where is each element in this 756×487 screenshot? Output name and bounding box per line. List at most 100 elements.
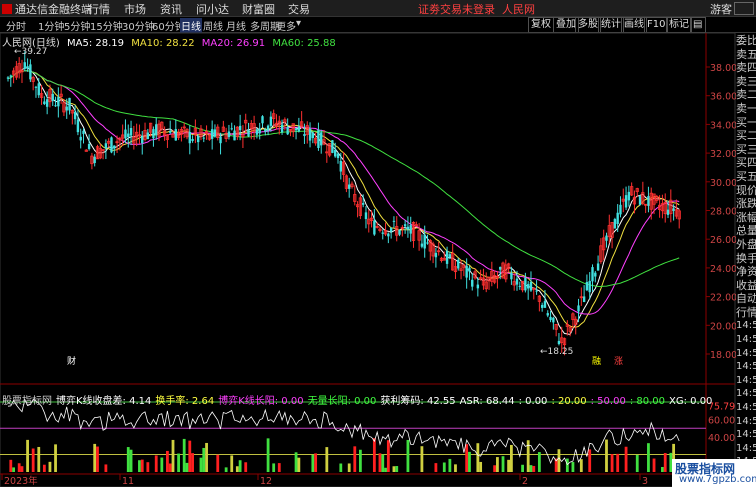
sub-bar [272, 463, 276, 472]
quote-panel-item[interactable]: 卖四 [736, 61, 756, 75]
sub-bar [37, 446, 41, 472]
candle-body-down [110, 137, 113, 153]
quote-panel-item[interactable]: 卖三 [736, 75, 756, 89]
sub-bar [154, 455, 158, 472]
quote-panel-item[interactable]: 涨幅 [736, 211, 756, 225]
candle-body-down [255, 129, 259, 135]
candle-body-down [403, 224, 407, 227]
candle-body-down [457, 259, 460, 269]
watermark-url: www.7gpzb.com [679, 474, 756, 485]
candle-body-down [476, 284, 480, 289]
quote-panel-item[interactable]: 卖五 [736, 48, 756, 62]
chart-grid [0, 32, 736, 487]
candle-body-down [588, 280, 591, 293]
quote-panel-item[interactable]: 14:50 [736, 428, 756, 442]
candle-body-down [546, 313, 549, 316]
sub-bar [96, 446, 99, 472]
price-axis: 38.00 36.00 34.00 32.00 30.00 28.00 26.00 24.00… [706, 63, 737, 361]
quote-panel-item[interactable]: 14:50 [736, 401, 756, 415]
quote-panel-item[interactable]: 收益 [736, 279, 756, 293]
quote-panel-item[interactable]: 净资 [736, 265, 756, 279]
candle-body-down [280, 124, 284, 133]
sub-bar [507, 459, 511, 472]
quote-panel-item[interactable]: 14:50 [736, 442, 756, 456]
candle-body-down [331, 140, 334, 153]
quote-panel-item[interactable]: 外盘 [736, 238, 756, 252]
quote-panel-item[interactable]: 委比 [736, 34, 756, 48]
candle-body-down [468, 267, 471, 272]
quote-panel-item[interactable]: 买二 [736, 129, 756, 143]
quote-panel-item[interactable]: 现价 [736, 184, 756, 198]
candle-body-down [540, 304, 544, 308]
chart-frame [0, 32, 736, 487]
quote-panel-item[interactable]: 行情 [736, 306, 756, 320]
candle-body-down [423, 234, 426, 249]
sub-bar [185, 462, 189, 472]
quote-panel-item[interactable]: 14:50 [736, 319, 756, 333]
quote-panel-item[interactable]: 自动 [736, 292, 756, 306]
quote-panel-item[interactable]: 总量 [736, 224, 756, 238]
candle-body-down [389, 228, 393, 232]
candle-body-down [616, 212, 619, 224]
candle-body-down [45, 99, 49, 107]
sub-bar [93, 443, 97, 472]
sub-bar [325, 447, 329, 472]
quote-panel-item[interactable]: 14:50 [736, 360, 756, 374]
sub-bar [501, 456, 505, 472]
sub-bar [652, 458, 656, 472]
candle-body-down [57, 97, 60, 107]
quote-panel-item[interactable]: 换手 [736, 252, 756, 266]
candle-body-down [392, 220, 396, 222]
candle-body-down [434, 252, 438, 258]
quote-panel-item[interactable]: 14:50 [736, 347, 756, 361]
candle-body-down [297, 126, 301, 132]
quote-panel-item[interactable]: 买四 [736, 156, 756, 170]
candle-body-down [387, 233, 390, 237]
sub-bar [294, 452, 298, 472]
candle-body-down [127, 133, 130, 138]
quote-panel-item[interactable]: 14:50 [736, 374, 756, 388]
candle-body-down [124, 129, 127, 139]
indicator-value-7: : 0.00 [518, 396, 548, 407]
candle-body-down [334, 149, 337, 157]
candle-body-down [666, 209, 670, 215]
quote-panel-item[interactable]: 卖二 [736, 88, 756, 102]
indicator-value-11: XG: 0.00 [669, 396, 713, 407]
sub-bar [138, 460, 141, 472]
candle-body-down [381, 232, 384, 234]
sub-bar [381, 454, 385, 472]
kline-chart[interactable]: 38.00 36.00 34.00 32.00 30.00 28.00 26.00 24.00… [0, 0, 756, 487]
quote-panel-item[interactable]: 买一 [736, 116, 756, 130]
sub-bar [532, 465, 536, 472]
sub-bar [191, 453, 194, 472]
candle-body-down [34, 86, 38, 88]
sub-bar [663, 453, 667, 472]
candle-body-down [619, 204, 622, 215]
candle-body-down [515, 278, 519, 285]
date-tick-label: 2 [522, 476, 528, 487]
candle-body-down [261, 116, 264, 124]
quote-panel-item[interactable]: 买三 [736, 143, 756, 157]
candle-body-down [549, 316, 552, 321]
candle-body-down [264, 129, 267, 132]
sub-bar [358, 449, 362, 472]
candle-body-down [426, 242, 429, 244]
candle-body-down [191, 138, 194, 141]
quote-panel-item[interactable]: 买五 [736, 170, 756, 184]
sub-bar [406, 439, 410, 472]
sub-bar [378, 453, 382, 472]
candle-body-down [65, 106, 68, 111]
sub-bar [347, 463, 351, 472]
sub-bar [434, 463, 438, 472]
quote-panel-item[interactable]: 涨跌 [736, 197, 756, 211]
candle-body-down [448, 254, 452, 258]
quote-panel-item[interactable]: 14:50 [736, 415, 756, 429]
quote-panel-item[interactable]: 卖一 [736, 102, 756, 116]
indicator-value-10: : 80.00 [629, 396, 665, 407]
candle-body-down [29, 64, 32, 80]
candle-body-down [294, 128, 298, 131]
quote-panel-item[interactable]: 14:50 [736, 387, 756, 401]
price-tick-label: 26.00 [710, 235, 737, 246]
candle-body-down [336, 153, 340, 159]
quote-panel-item[interactable]: 14:50 [736, 333, 756, 347]
